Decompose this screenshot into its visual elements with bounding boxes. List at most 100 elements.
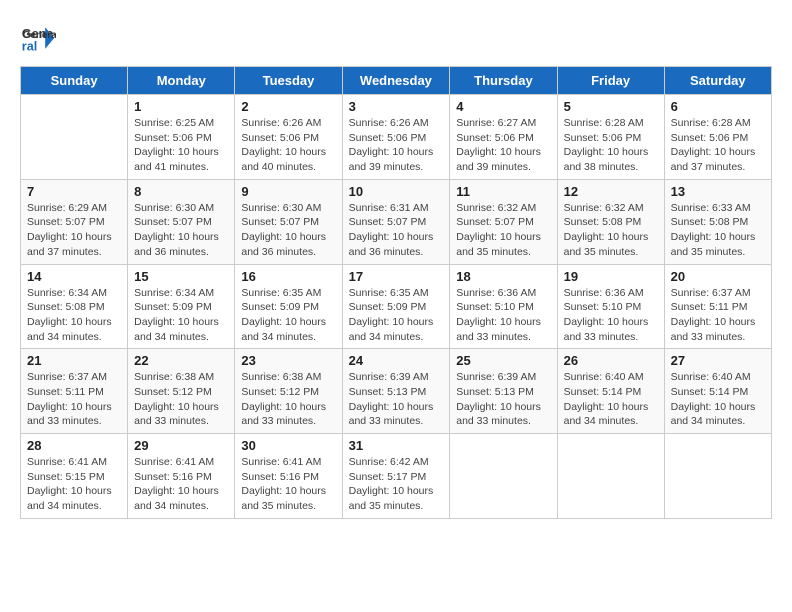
day-info: Sunrise: 6:38 AM Sunset: 5:12 PM Dayligh… <box>134 370 228 429</box>
table-row: 26 Sunrise: 6:40 AM Sunset: 5:14 PM Dayli… <box>557 349 664 434</box>
table-row <box>21 95 128 180</box>
day-number: 1 <box>134 99 228 114</box>
day-info: Sunrise: 6:35 AM Sunset: 5:09 PM Dayligh… <box>241 286 335 345</box>
day-info: Sunrise: 6:35 AM Sunset: 5:09 PM Dayligh… <box>349 286 444 345</box>
day-number: 28 <box>27 438 121 453</box>
day-info: Sunrise: 6:28 AM Sunset: 5:06 PM Dayligh… <box>564 116 658 175</box>
day-number: 16 <box>241 269 335 284</box>
table-row: 15 Sunrise: 6:34 AM Sunset: 5:09 PM Dayli… <box>128 264 235 349</box>
day-number: 23 <box>241 353 335 368</box>
day-number: 11 <box>456 184 550 199</box>
table-row: 12 Sunrise: 6:32 AM Sunset: 5:08 PM Dayli… <box>557 179 664 264</box>
table-row: 8 Sunrise: 6:30 AM Sunset: 5:07 PM Daylig… <box>128 179 235 264</box>
calendar-table: SundayMondayTuesdayWednesdayThursdayFrid… <box>20 66 772 519</box>
table-row: 23 Sunrise: 6:38 AM Sunset: 5:12 PM Dayli… <box>235 349 342 434</box>
day-info: Sunrise: 6:26 AM Sunset: 5:06 PM Dayligh… <box>349 116 444 175</box>
day-number: 7 <box>27 184 121 199</box>
table-row <box>450 434 557 519</box>
day-number: 31 <box>349 438 444 453</box>
day-number: 22 <box>134 353 228 368</box>
day-info: Sunrise: 6:41 AM Sunset: 5:16 PM Dayligh… <box>134 455 228 514</box>
day-number: 29 <box>134 438 228 453</box>
page-header: Gene- ral General <box>20 20 772 56</box>
day-number: 30 <box>241 438 335 453</box>
table-row: 17Sunrise: 6:35 AM Sunset: 5:09 PM Dayli… <box>342 264 450 349</box>
day-info: Sunrise: 6:34 AM Sunset: 5:09 PM Dayligh… <box>134 286 228 345</box>
day-number: 3 <box>349 99 444 114</box>
day-info: Sunrise: 6:30 AM Sunset: 5:07 PM Dayligh… <box>241 201 335 260</box>
day-info: Sunrise: 6:36 AM Sunset: 5:10 PM Dayligh… <box>564 286 658 345</box>
table-row: 7Sunrise: 6:29 AM Sunset: 5:07 PM Daylig… <box>21 179 128 264</box>
logo: Gene- ral General <box>20 20 60 56</box>
svg-text:ral: ral <box>22 40 37 54</box>
table-row: 6Sunrise: 6:28 AM Sunset: 5:06 PM Daylig… <box>664 95 771 180</box>
header-row: SundayMondayTuesdayWednesdayThursdayFrid… <box>21 67 772 95</box>
table-row: 24 Sunrise: 6:39 AM Sunset: 5:13 PM Dayli… <box>342 349 450 434</box>
day-info: Sunrise: 6:26 AM Sunset: 5:06 PM Dayligh… <box>241 116 335 175</box>
day-number: 24 <box>349 353 444 368</box>
table-row: 10 Sunrise: 6:31 AM Sunset: 5:07 PM Dayli… <box>342 179 450 264</box>
day-info: Sunrise: 6:32 AM Sunset: 5:07 PM Dayligh… <box>456 201 550 260</box>
day-number: 26 <box>564 353 658 368</box>
day-number: 2 <box>241 99 335 114</box>
logo-icon: Gene- ral General <box>20 20 56 56</box>
table-row: 2 Sunrise: 6:26 AM Sunset: 5:06 PM Daylig… <box>235 95 342 180</box>
day-number: 27 <box>671 353 765 368</box>
day-number: 8 <box>134 184 228 199</box>
day-info: Sunrise: 6:34 AM Sunset: 5:08 PM Dayligh… <box>27 286 121 345</box>
table-row: 29 Sunrise: 6:41 AM Sunset: 5:16 PM Dayli… <box>128 434 235 519</box>
table-row: 21 Sunrise: 6:37 AM Sunset: 5:11 PM Dayli… <box>21 349 128 434</box>
day-number: 15 <box>134 269 228 284</box>
table-row: 5 Sunrise: 6:28 AM Sunset: 5:06 PM Daylig… <box>557 95 664 180</box>
day-number: 5 <box>564 99 658 114</box>
col-header-monday: Monday <box>128 67 235 95</box>
day-info: Sunrise: 6:42 AM Sunset: 5:17 PM Dayligh… <box>349 455 444 514</box>
day-info: Sunrise: 6:41 AM Sunset: 5:16 PM Dayligh… <box>241 455 335 514</box>
day-info: Sunrise: 6:32 AM Sunset: 5:08 PM Dayligh… <box>564 201 658 260</box>
day-info: Sunrise: 6:40 AM Sunset: 5:14 PM Dayligh… <box>671 370 765 429</box>
table-row: 20 Sunrise: 6:37 AM Sunset: 5:11 PM Dayli… <box>664 264 771 349</box>
calendar-row-3: 14 Sunrise: 6:34 AM Sunset: 5:08 PM Dayli… <box>21 264 772 349</box>
table-row: 25Sunrise: 6:39 AM Sunset: 5:13 PM Dayli… <box>450 349 557 434</box>
col-header-wednesday: Wednesday <box>342 67 450 95</box>
day-info: Sunrise: 6:30 AM Sunset: 5:07 PM Dayligh… <box>134 201 228 260</box>
day-number: 14 <box>27 269 121 284</box>
table-row: 27 Sunrise: 6:40 AM Sunset: 5:14 PM Dayli… <box>664 349 771 434</box>
table-row <box>664 434 771 519</box>
day-number: 20 <box>671 269 765 284</box>
table-row: 30 Sunrise: 6:41 AM Sunset: 5:16 PM Dayli… <box>235 434 342 519</box>
day-info: Sunrise: 6:39 AM Sunset: 5:13 PM Dayligh… <box>349 370 444 429</box>
calendar-row-1: 1Sunrise: 6:25 AM Sunset: 5:06 PM Daylig… <box>21 95 772 180</box>
day-info: Sunrise: 6:33 AM Sunset: 5:08 PM Dayligh… <box>671 201 765 260</box>
table-row: 9Sunrise: 6:30 AM Sunset: 5:07 PM Daylig… <box>235 179 342 264</box>
table-row <box>557 434 664 519</box>
day-info: Sunrise: 6:27 AM Sunset: 5:06 PM Dayligh… <box>456 116 550 175</box>
col-header-tuesday: Tuesday <box>235 67 342 95</box>
table-row: 19Sunrise: 6:36 AM Sunset: 5:10 PM Dayli… <box>557 264 664 349</box>
table-row: 13 Sunrise: 6:33 AM Sunset: 5:08 PM Dayli… <box>664 179 771 264</box>
day-info: Sunrise: 6:40 AM Sunset: 5:14 PM Dayligh… <box>564 370 658 429</box>
calendar-row-4: 21 Sunrise: 6:37 AM Sunset: 5:11 PM Dayli… <box>21 349 772 434</box>
col-header-sunday: Sunday <box>21 67 128 95</box>
calendar-row-5: 28Sunrise: 6:41 AM Sunset: 5:15 PM Dayli… <box>21 434 772 519</box>
day-number: 10 <box>349 184 444 199</box>
table-row: 31 Sunrise: 6:42 AM Sunset: 5:17 PM Dayli… <box>342 434 450 519</box>
table-row: 4 Sunrise: 6:27 AM Sunset: 5:06 PM Daylig… <box>450 95 557 180</box>
table-row: 1Sunrise: 6:25 AM Sunset: 5:06 PM Daylig… <box>128 95 235 180</box>
day-number: 4 <box>456 99 550 114</box>
day-number: 25 <box>456 353 550 368</box>
day-number: 18 <box>456 269 550 284</box>
day-info: Sunrise: 6:28 AM Sunset: 5:06 PM Dayligh… <box>671 116 765 175</box>
day-info: Sunrise: 6:37 AM Sunset: 5:11 PM Dayligh… <box>671 286 765 345</box>
table-row: 3 Sunrise: 6:26 AM Sunset: 5:06 PM Daylig… <box>342 95 450 180</box>
day-info: Sunrise: 6:37 AM Sunset: 5:11 PM Dayligh… <box>27 370 121 429</box>
table-row: 16 Sunrise: 6:35 AM Sunset: 5:09 PM Dayli… <box>235 264 342 349</box>
day-info: Sunrise: 6:38 AM Sunset: 5:12 PM Dayligh… <box>241 370 335 429</box>
day-number: 13 <box>671 184 765 199</box>
table-row: 11 Sunrise: 6:32 AM Sunset: 5:07 PM Dayli… <box>450 179 557 264</box>
day-info: Sunrise: 6:31 AM Sunset: 5:07 PM Dayligh… <box>349 201 444 260</box>
col-header-saturday: Saturday <box>664 67 771 95</box>
day-number: 21 <box>27 353 121 368</box>
table-row: 18Sunrise: 6:36 AM Sunset: 5:10 PM Dayli… <box>450 264 557 349</box>
day-number: 12 <box>564 184 658 199</box>
